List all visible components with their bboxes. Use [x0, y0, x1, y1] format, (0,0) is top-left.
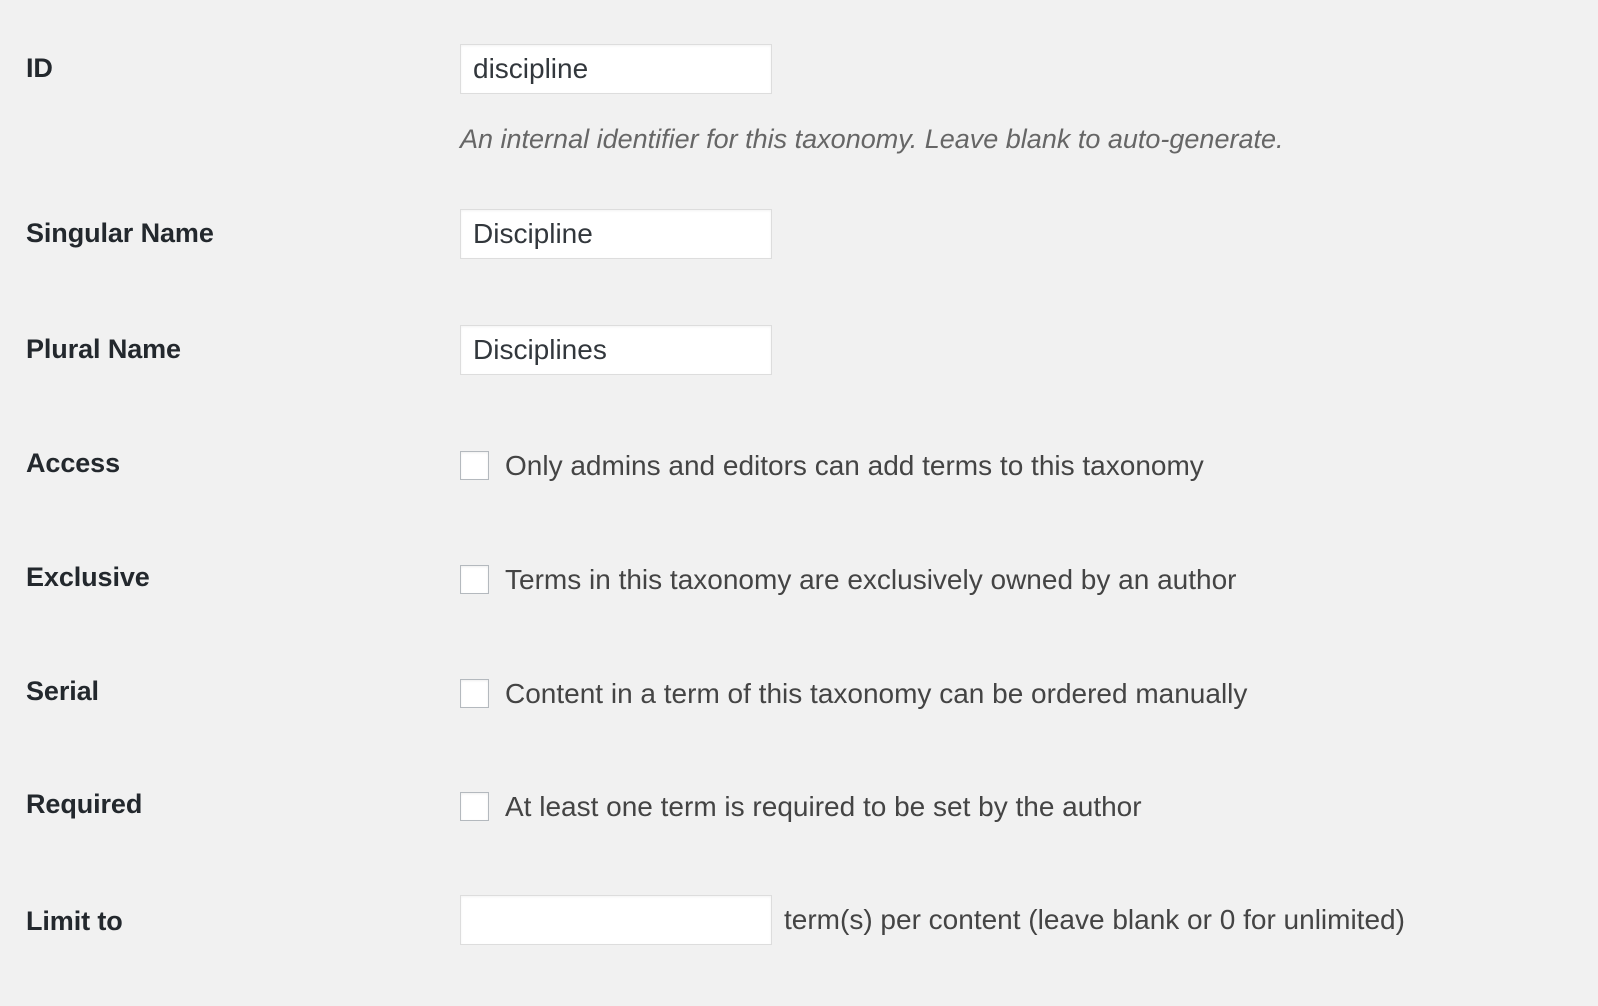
field-label-access: Access	[0, 449, 460, 478]
limit-to-inline-group: term(s) per content (leave blank or 0 fo…	[460, 895, 1598, 945]
form-row-id: ID An internal identifier for this taxon…	[0, 44, 1598, 157]
field-label-limit-to: Limit to	[0, 895, 460, 939]
form-row-required: Required At least one term is required t…	[0, 790, 1598, 824]
access-checkbox-line: Only admins and editors can add terms to…	[460, 449, 1598, 483]
exclusive-checkbox[interactable]	[460, 565, 489, 594]
singular-name-input[interactable]	[460, 209, 772, 259]
exclusive-checkbox-line: Terms in this taxonomy are exclusively o…	[460, 563, 1598, 597]
access-checkbox-label[interactable]: Only admins and editors can add terms to…	[505, 449, 1204, 483]
field-control-plural-name	[460, 325, 1598, 375]
form-row-limit-to: Limit to term(s) per content (leave blan…	[0, 895, 1598, 945]
id-input[interactable]	[460, 44, 772, 94]
field-label-serial: Serial	[0, 677, 460, 706]
form-row-singular-name: Singular Name	[0, 209, 1598, 259]
required-checkbox-label[interactable]: At least one term is required to be set …	[505, 790, 1142, 824]
required-checkbox[interactable]	[460, 792, 489, 821]
field-control-id: An internal identifier for this taxonomy…	[460, 44, 1598, 157]
taxonomy-settings-form: ID An internal identifier for this taxon…	[0, 0, 1598, 1006]
limit-to-input[interactable]	[460, 895, 772, 945]
serial-checkbox-line: Content in a term of this taxonomy can b…	[460, 677, 1598, 711]
field-control-access: Only admins and editors can add terms to…	[460, 449, 1598, 483]
limit-to-suffix-text: term(s) per content (leave blank or 0 fo…	[784, 904, 1405, 936]
plural-name-input[interactable]	[460, 325, 772, 375]
serial-checkbox-label[interactable]: Content in a term of this taxonomy can b…	[505, 677, 1247, 711]
field-label-plural-name: Plural Name	[0, 325, 460, 367]
field-control-required: At least one term is required to be set …	[460, 790, 1598, 824]
field-control-serial: Content in a term of this taxonomy can b…	[460, 677, 1598, 711]
access-checkbox[interactable]	[460, 451, 489, 480]
field-control-exclusive: Terms in this taxonomy are exclusively o…	[460, 563, 1598, 597]
required-checkbox-line: At least one term is required to be set …	[460, 790, 1598, 824]
field-label-exclusive: Exclusive	[0, 563, 460, 592]
serial-checkbox[interactable]	[460, 679, 489, 708]
form-row-plural-name: Plural Name	[0, 325, 1598, 375]
id-field-hint: An internal identifier for this taxonomy…	[460, 122, 1598, 157]
form-row-exclusive: Exclusive Terms in this taxonomy are exc…	[0, 563, 1598, 597]
field-control-limit-to: term(s) per content (leave blank or 0 fo…	[460, 895, 1598, 945]
field-label-required: Required	[0, 790, 460, 819]
exclusive-checkbox-label[interactable]: Terms in this taxonomy are exclusively o…	[505, 563, 1236, 597]
field-control-singular-name	[460, 209, 1598, 259]
field-label-singular-name: Singular Name	[0, 209, 460, 251]
form-row-access: Access Only admins and editors can add t…	[0, 449, 1598, 483]
form-row-serial: Serial Content in a term of this taxonom…	[0, 677, 1598, 711]
field-label-id: ID	[0, 44, 460, 86]
